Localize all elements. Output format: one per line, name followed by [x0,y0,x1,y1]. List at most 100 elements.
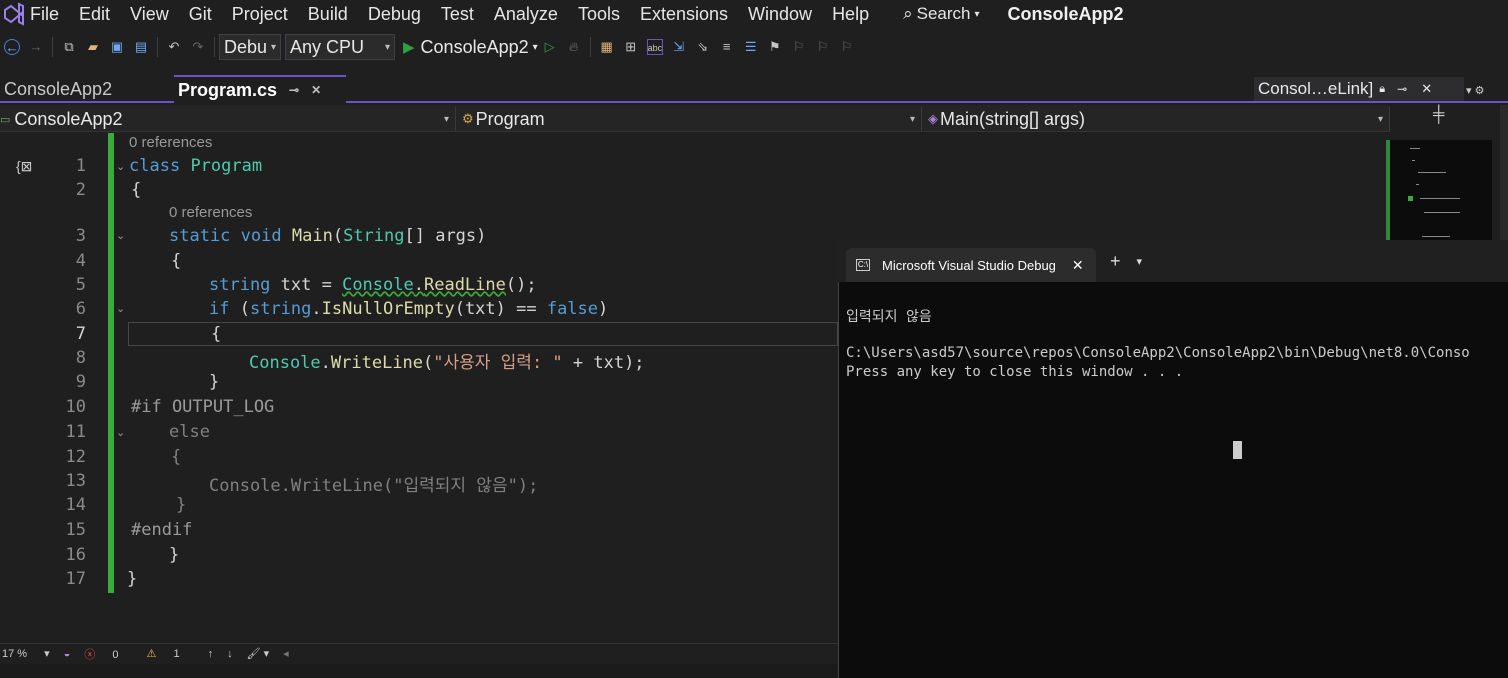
menu-build[interactable]: Build [308,4,348,25]
menu-help[interactable]: Help [832,4,869,25]
split-window-icon[interactable]: ╪ [1433,106,1444,124]
class-value: Program [475,108,545,129]
next-bookmark-icon[interactable]: ⚐ [815,39,831,55]
menu-extensions[interactable]: Extensions [640,4,728,25]
keyword: void [240,226,282,246]
terminal-title-bar: C:\ Microsoft Visual Studio Debug ✕ + ▾ [838,240,1508,282]
debug-console-window[interactable] [838,240,1508,678]
back-navigate-icon[interactable]: ← [4,39,20,55]
previous-issue-icon[interactable]: ↑ [208,648,214,660]
pin-icon[interactable]: ⊸ [289,83,299,97]
lock-icon: 🔒︎ [1379,82,1386,95]
warning-icon: ⚠ [146,648,157,660]
type-name: String [343,226,405,246]
menu-debug[interactable]: Debug [368,4,421,25]
line-number: 2 [75,180,86,200]
forward-navigate-icon[interactable]: → [28,39,44,55]
step-into-icon[interactable]: ⇲ [671,39,687,55]
tab-overflow-icon[interactable]: ▾ ⚙ [1466,84,1484,97]
collapse-icon[interactable]: ⌄ [116,229,125,242]
next-issue-icon[interactable]: ↓ [227,648,233,660]
menu-project[interactable]: Project [232,4,288,25]
new-tab-icon[interactable]: + [1110,251,1121,272]
open-folder-icon[interactable]: ▰ [85,39,101,55]
uncomment-icon[interactable]: ☰ [743,39,759,55]
close-icon[interactable]: ✕ [1421,81,1432,97]
bookmark-icon[interactable]: ⚑ [767,39,783,55]
punctuation: . [280,476,291,496]
hot-reload-icon[interactable]: 🔥︎ [566,39,582,55]
code-cleanup-icon[interactable]: 🖌︎ ▾ [247,647,270,660]
chevron-down-icon[interactable]: ▾ [1137,255,1143,268]
menu-edit[interactable]: Edit [79,4,110,25]
menu-tools[interactable]: Tools [578,4,620,25]
code-line-6: if (string.IsNullOrEmpty(txt) == false) [209,299,608,319]
play-icon: ▶ [403,39,415,56]
spell-check-icon[interactable]: abc [646,39,663,55]
layout-icon[interactable]: ⊞ [623,39,639,55]
keyword: static [169,226,231,246]
codelens-references[interactable]: 0 references [129,134,212,151]
collapse-icon[interactable]: ⌄ [116,426,125,439]
menu-test[interactable]: Test [441,4,474,25]
type-name: Console [209,476,281,496]
previous-bookmark-icon[interactable]: ⚐ [791,39,807,55]
code-minimap[interactable] [1386,140,1492,240]
vertical-scrollbar[interactable] [1500,105,1508,240]
menu-window[interactable]: Window [748,4,812,25]
close-icon[interactable]: ✕ [1072,257,1084,274]
start-without-debugging-icon[interactable]: ▷ [542,39,558,55]
browse-folder-icon[interactable]: ▦ [599,39,615,55]
close-icon[interactable]: ✕ [311,83,321,97]
menu-git[interactable]: Git [189,4,212,25]
visual-studio-logo-icon[interactable] [2,2,26,26]
copilot-icon[interactable]: ◒ [64,648,71,660]
tab-label: ConsoleApp2 [4,78,113,99]
class-select[interactable]: ⚙ Program ▾ [460,107,922,131]
scroll-left-icon[interactable]: ◂ [283,647,289,660]
solution-platform-select[interactable]: Any CPU ▾ [285,34,395,60]
warning-value: 1 [173,648,180,660]
zoom-select[interactable]: 17 % ▾ [0,647,50,660]
save-all-icon[interactable]: ▤ [133,39,149,55]
code-line-8: Console.WriteLine("사용자 입력: " + txt); [249,348,645,373]
punctuation: ( [383,476,394,496]
punctuation: ( [332,226,344,246]
pin-icon[interactable]: ⊸ [1397,82,1407,96]
collapse-icon[interactable]: ⌄ [116,302,125,315]
method-name: IsNullOrEmpty [321,299,455,319]
code-line-12: { [171,447,182,467]
redo-icon[interactable]: ↷ [190,39,206,55]
navigation-bar: ▭ ConsoleApp2 ▾ ⚙ Program ▾ ◈ Main(strin… [0,105,1390,132]
comment-icon[interactable]: ≡ [719,39,735,55]
warning-count[interactable]: ⚠ 1 [147,647,194,660]
step-over-icon[interactable]: ⇘ [695,39,711,55]
project-select[interactable]: ▭ ConsoleApp2 ▾ [0,107,456,131]
menu-analyze[interactable]: Analyze [494,4,558,25]
class-icon: ⚙ [462,111,474,126]
search-box[interactable]: ⌕ Search ▾ [903,4,979,24]
solution-configuration-select[interactable]: Debu ▾ [219,34,281,60]
codelens-references[interactable]: 0 references [169,204,252,221]
start-debugging-button[interactable]: ▶ ConsoleApp2 ▾ [403,37,538,58]
undo-icon[interactable]: ↶ [166,39,182,55]
menu-view[interactable]: View [130,4,169,25]
project-value: ConsoleApp2 [14,108,123,129]
save-icon[interactable]: ▣ [109,39,125,55]
clear-bookmarks-icon[interactable]: ⚐ [839,39,855,55]
collapse-icon[interactable]: ⌄ [116,160,125,173]
line-number: 12 [65,447,86,467]
code-text: + txt); [562,353,645,373]
chevron-down-icon: ▾ [1377,113,1383,125]
new-project-icon[interactable]: ⧉ [61,39,77,55]
tab-properties-panel[interactable]: Consol…eLink] 🔒︎ ⊸ ✕ [1254,77,1464,101]
horizontal-scrollbar[interactable] [0,664,838,678]
tab-consoleapp2[interactable]: ConsoleApp2 [0,75,172,103]
tab-program-cs[interactable]: Program.cs ⊸ ✕ [174,75,346,103]
member-select[interactable]: ◈ Main(string[] args) ▾ [926,107,1390,131]
error-count[interactable]: ⓧ 0 [84,646,132,662]
line-number: 8 [75,348,86,368]
menu-file[interactable]: File [30,4,59,25]
terminal-tab[interactable]: C:\ Microsoft Visual Studio Debug ✕ [846,248,1096,282]
code-map-icon[interactable]: {⊠ [16,158,32,175]
